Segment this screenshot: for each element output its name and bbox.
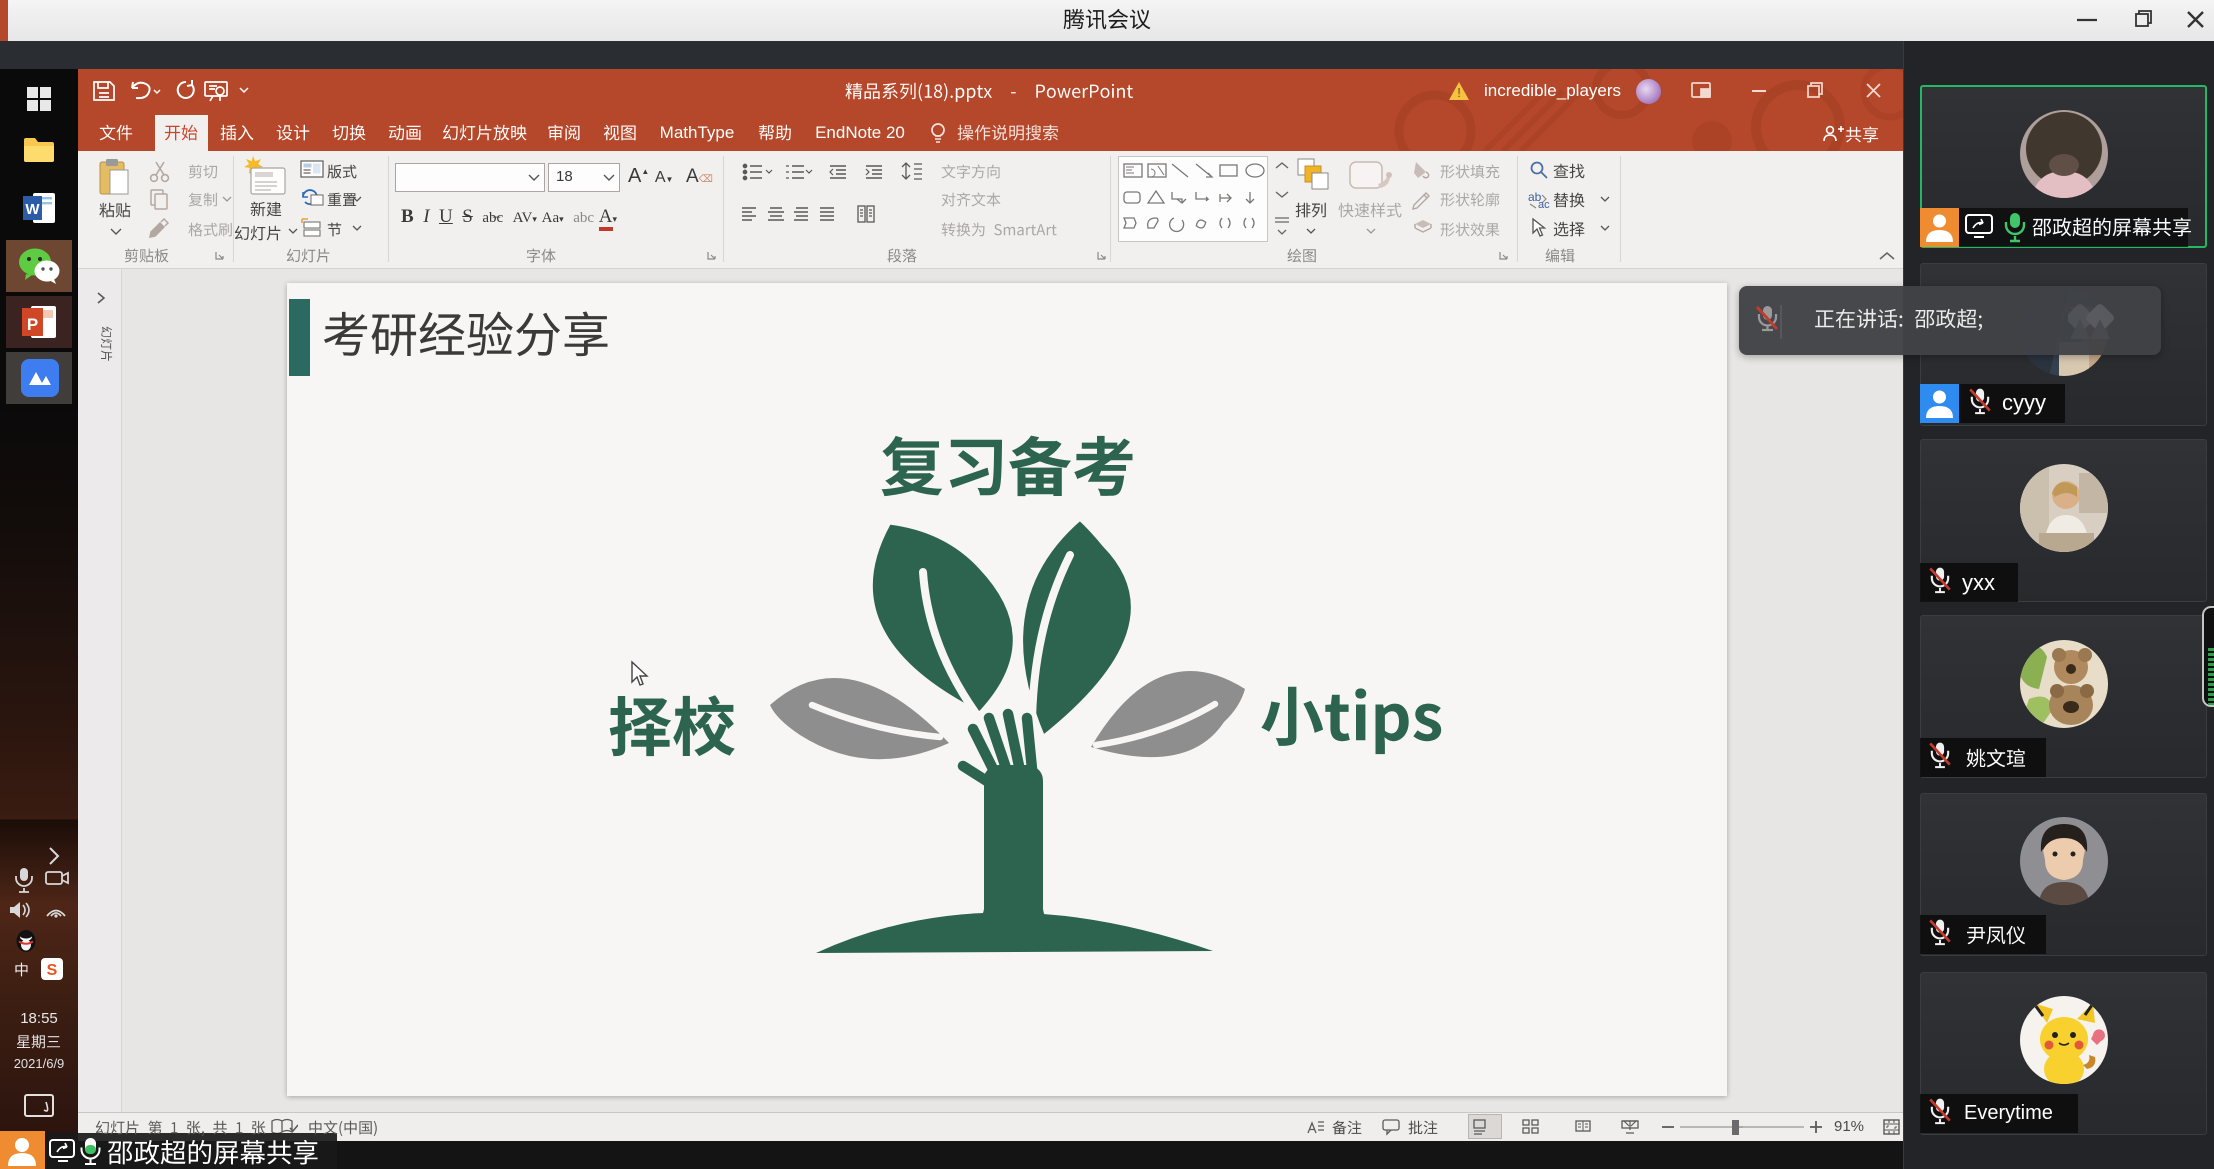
svg-text:S: S — [47, 962, 58, 979]
svg-text:ac: ac — [1538, 199, 1550, 211]
svg-text:P: P — [27, 315, 38, 334]
svg-text:W: W — [25, 201, 40, 218]
svg-text:!: ! — [1457, 85, 1461, 100]
